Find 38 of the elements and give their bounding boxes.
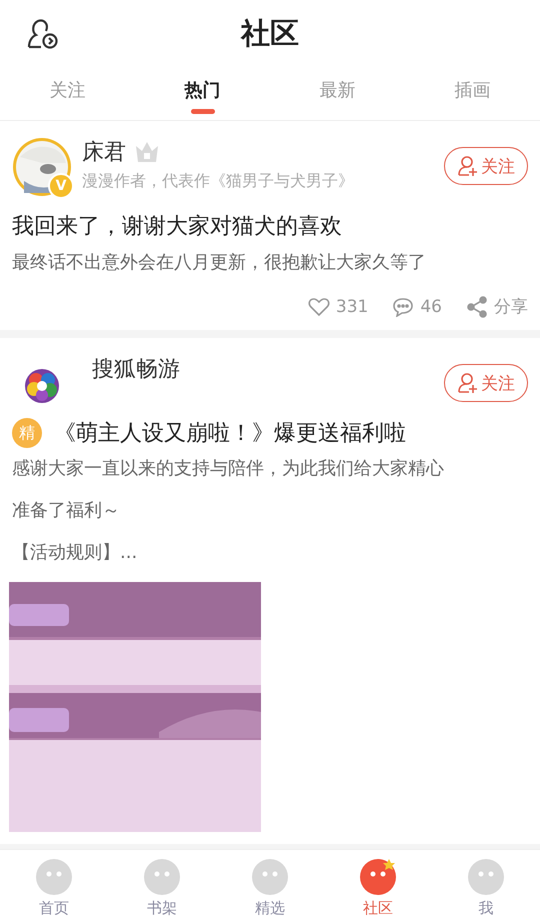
flower-logo-icon[interactable] [24,368,60,404]
like-count: 331 [336,296,368,316]
follow-button[interactable]: 关注 [444,364,528,402]
feed-tab[interactable]: 最新 [270,68,405,120]
author-description: 漫漫作者，代表作《猫男子与犬男子》 [82,171,355,192]
comment-icon[interactable] [392,296,414,316]
author-name[interactable]: 搜狐畅游 [92,354,444,384]
featured-badge: 精 [12,418,42,448]
post-text: 【活动规则】... [12,541,138,565]
feed-tab[interactable]: 关注 [0,68,135,120]
post-text: 感谢大家一直以来的支持与陪伴，为此我们给大家精心 [12,457,445,481]
crown-icon [134,140,160,164]
add-user-icon [457,155,479,177]
nav-tab[interactable]: 精选 [216,850,324,924]
nav-tab[interactable]: 书架 [108,850,216,924]
nav-tab[interactable]: 社区 [324,850,432,924]
post-text: 准备了福利～ [12,499,121,523]
comment-count: 46 [420,296,442,316]
page-title: 社区 [241,15,299,52]
nav-tab[interactable]: 首页 [0,850,108,924]
face-icon [142,856,182,896]
follow-button[interactable]: 关注 [444,147,528,185]
face-icon [466,856,506,896]
face-icon [34,856,74,896]
face-icon [250,856,290,896]
heart-icon[interactable] [308,296,330,316]
nav-tab[interactable]: 我 [432,850,540,924]
feed-tab[interactable]: 热门 [135,68,270,120]
post-title[interactable]: 《萌主人设又崩啦！》爆更送福利啦 [54,418,406,448]
add-user-icon [457,372,479,394]
share-icon[interactable] [466,296,488,318]
face-icon [358,856,398,896]
share-link[interactable]: 分享 [494,295,528,318]
post-text: 最终话不出意外会在八月更新，很抱歉让大家久等了 [12,251,427,275]
author-name[interactable]: 床君 [82,137,126,167]
post-title[interactable]: 我回来了，谢谢大家对猫犬的喜欢 [12,211,342,241]
feed-tab[interactable]: 插画 [405,68,540,120]
verified-badge: V [48,173,74,199]
